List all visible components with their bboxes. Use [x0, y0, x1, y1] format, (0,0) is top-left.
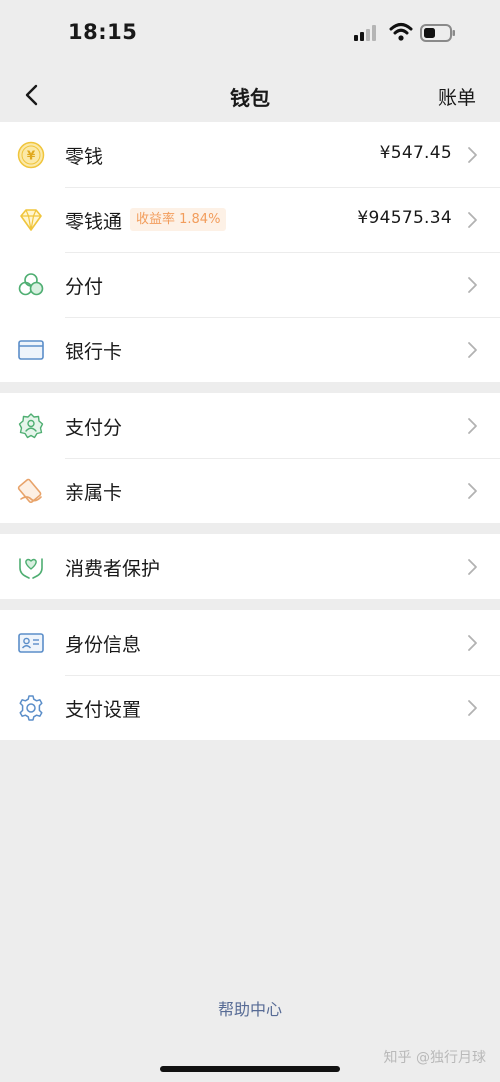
- chevron-right-icon: [468, 212, 477, 228]
- bank-card-icon: [18, 340, 44, 360]
- chevron-right-icon: [468, 277, 477, 293]
- licaitong-row[interactable]: 零钱通 收益率 1.84% ¥94575.34: [0, 187, 500, 252]
- wallet-screen: 18:15 钱包 账单 ¥ 零钱 ¥547.45 零钱通 收益率 1.84% ¥…: [0, 0, 500, 1082]
- row-label: 身份信息: [65, 634, 142, 656]
- id-card-icon: [18, 633, 44, 653]
- change-balance-value: ¥547.45: [379, 143, 452, 163]
- chevron-right-icon: [468, 483, 477, 499]
- battery-icon: [420, 24, 455, 42]
- yuan-coin-icon: ¥: [17, 141, 45, 169]
- change-balance-row[interactable]: ¥ 零钱 ¥547.45: [0, 122, 500, 187]
- row-label: 银行卡: [65, 341, 123, 363]
- chevron-right-icon: [468, 342, 477, 358]
- payment-settings-row[interactable]: 支付设置: [0, 675, 500, 740]
- identity-info-row[interactable]: 身份信息: [0, 610, 500, 675]
- svg-text:¥: ¥: [27, 149, 36, 163]
- page-title: 钱包: [230, 86, 270, 110]
- wifi-icon: [389, 23, 413, 41]
- account-settings-group: 身份信息 支付设置: [0, 610, 500, 740]
- licaitong-balance-value: ¥94575.34: [357, 208, 452, 228]
- status-bar: 18:15: [0, 0, 500, 66]
- status-time: 18:15: [68, 20, 138, 44]
- diamond-icon: [20, 209, 42, 231]
- fenfu-row[interactable]: 分付: [0, 252, 500, 317]
- gear-icon: [19, 695, 43, 721]
- consumer-protection-group: 消费者保护: [0, 534, 500, 599]
- watermark: 知乎 @独行月球: [383, 1050, 486, 1066]
- chevron-right-icon: [468, 635, 477, 651]
- row-label: 消费者保护: [65, 558, 161, 580]
- hands-protect-icon: [19, 558, 43, 579]
- chevron-right-icon: [468, 559, 477, 575]
- consumer-protection-row[interactable]: 消费者保护: [0, 534, 500, 599]
- yield-rate-badge: 收益率 1.84%: [130, 208, 227, 231]
- row-label: 亲属卡: [65, 482, 123, 504]
- home-indicator[interactable]: [160, 1066, 340, 1072]
- payment-score-row[interactable]: 支付分: [0, 393, 500, 458]
- cellular-signal-icon: [354, 25, 380, 41]
- chevron-right-icon: [468, 700, 477, 716]
- chevron-right-icon: [468, 418, 477, 434]
- family-card-icon: [17, 478, 42, 504]
- clover-icon: [18, 273, 44, 296]
- bank-card-row[interactable]: 银行卡: [0, 317, 500, 382]
- credit-services-group: 支付分 亲属卡: [0, 393, 500, 523]
- row-label: 零钱: [65, 146, 104, 168]
- family-card-row[interactable]: 亲属卡: [0, 458, 500, 523]
- help-center-link[interactable]: 帮助中心: [0, 996, 500, 1020]
- nav-bar: 钱包 账单: [0, 66, 500, 124]
- row-label: 零钱通: [65, 211, 123, 233]
- chevron-right-icon: [468, 147, 477, 163]
- row-label: 分付: [65, 276, 104, 298]
- bill-button[interactable]: 账单: [438, 83, 476, 110]
- row-label: 支付分: [65, 417, 123, 439]
- badge-score-icon: [18, 413, 44, 439]
- wallet-balance-group: ¥ 零钱 ¥547.45 零钱通 收益率 1.84% ¥94575.34 分付: [0, 122, 500, 382]
- row-label: 支付设置: [65, 699, 142, 721]
